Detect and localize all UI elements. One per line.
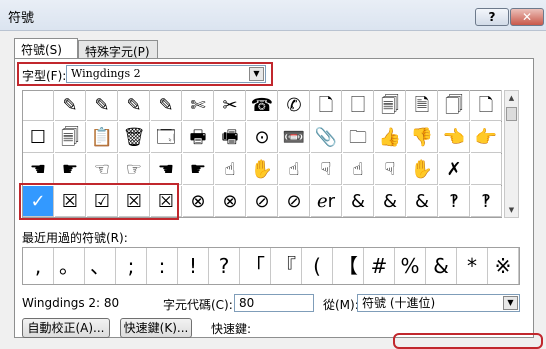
recent-symbol-cell[interactable]: 「 <box>240 248 271 284</box>
shortcut-label: 快速鍵: <box>211 322 252 336</box>
symbol-cell[interactable]: 🗍 <box>439 90 470 121</box>
symbol-cell[interactable]: 🗀 <box>343 122 374 153</box>
from-label: 從(M): <box>323 298 359 312</box>
symbol-cell[interactable]: 📼 <box>279 122 310 153</box>
symbol-cell[interactable]: 🗋 <box>471 90 502 121</box>
autocorrect-button[interactable]: 自動校正(A)... <box>22 318 110 338</box>
symbol-cell[interactable]: 🗐 <box>375 90 406 121</box>
symbol-cell[interactable]: ☛ <box>183 154 214 185</box>
symbol-code-name: Wingdings 2: 80 <box>22 296 120 310</box>
from-select-value: 符號 (十進位) <box>362 296 436 310</box>
symbol-cell[interactable]: ☚ <box>23 154 54 185</box>
symbol-cell[interactable]: 📋 <box>87 122 118 153</box>
symbol-cell[interactable]: 🖷 <box>215 122 246 153</box>
symbol-cell[interactable]: 👎 <box>407 122 438 153</box>
recent-symbol-cell[interactable]: 『 <box>271 248 302 284</box>
symbol-cell[interactable]: 🗋 <box>311 90 342 121</box>
char-code-input[interactable]: 80 <box>234 294 314 312</box>
symbol-cell[interactable]: ✎ <box>55 90 86 121</box>
symbol-cell[interactable]: ✎ <box>151 90 182 121</box>
symbol-cell[interactable]: ‽ <box>471 186 502 217</box>
symbol-cell[interactable]: ☜ <box>87 154 118 185</box>
scroll-up-icon[interactable]: ▲ <box>505 91 518 105</box>
symbol-cell[interactable]: ‽ <box>439 186 470 217</box>
recent-symbol-cell[interactable]: ? <box>209 248 240 284</box>
symbol-cell[interactable]: ☛ <box>55 154 86 185</box>
scroll-down-icon[interactable]: ▼ <box>505 203 518 217</box>
symbol-cell[interactable]: 🗔 <box>151 122 182 153</box>
recent-symbol-cell[interactable]: : <box>147 248 178 284</box>
symbol-cell[interactable]: ✎ <box>87 90 118 121</box>
symbol-grid-scrollbar[interactable]: ▲ ▼ <box>504 90 519 218</box>
recent-symbol-cell[interactable]: * <box>457 248 488 284</box>
symbol-cell[interactable]: ✋ <box>247 154 278 185</box>
annotation-box-bottom <box>393 333 543 349</box>
symbol-cell[interactable]: ☟ <box>311 154 342 185</box>
scroll-thumb[interactable] <box>506 107 517 121</box>
recent-symbol-cell[interactable]: ; <box>116 248 147 284</box>
recent-symbol-cell[interactable]: 、 <box>85 248 116 284</box>
close-button[interactable]: ✕ <box>510 8 544 26</box>
recent-symbol-cell[interactable]: ( <box>302 248 333 284</box>
symbol-cell[interactable]: ✗ <box>439 154 470 185</box>
symbol-cell[interactable]: ☝ <box>343 154 374 185</box>
symbol-cell[interactable]: ☝ <box>215 154 246 185</box>
symbol-cell[interactable]: ✂ <box>215 90 246 121</box>
symbol-cell[interactable]: ✆ <box>279 90 310 121</box>
symbol-cell[interactable]: ℯr <box>311 186 342 217</box>
symbol-cell[interactable]: 👉 <box>471 122 502 153</box>
window-title: 符號 <box>8 11 35 26</box>
recent-symbol-cell[interactable]: ! <box>178 248 209 284</box>
symbol-cell[interactable]: ☐ <box>23 122 54 153</box>
tab-special-characters[interactable]: 特殊字元(P) <box>78 40 158 59</box>
symbol-cell[interactable] <box>471 154 502 185</box>
symbol-cell[interactable]: ☚ <box>151 154 182 185</box>
symbol-cell[interactable]: ☎ <box>247 90 278 121</box>
symbol-cell[interactable]: 🗐 <box>55 122 86 153</box>
symbol-cell[interactable]: 🖶 <box>183 122 214 153</box>
symbol-cell[interactable]: 🗑 <box>119 122 150 153</box>
help-button[interactable]: ? <box>475 8 509 26</box>
symbol-cell[interactable]: ✄ <box>183 90 214 121</box>
recent-symbol-cell[interactable]: # <box>364 248 395 284</box>
symbol-cell[interactable]: 🗌 <box>343 90 374 121</box>
annotation-box-font <box>17 62 273 86</box>
chevron-down-icon[interactable]: ▼ <box>503 296 518 310</box>
symbol-cell[interactable]: 📎 <box>311 122 342 153</box>
symbol-cell[interactable]: ⊗ <box>183 186 214 217</box>
symbol-cell[interactable] <box>23 90 54 121</box>
title-bar: 符號 ? ✕ <box>0 0 546 31</box>
recent-symbol-cell[interactable]: , <box>23 248 54 284</box>
symbol-cell[interactable]: & <box>375 186 406 217</box>
recent-symbol-cell[interactable]: % <box>395 248 426 284</box>
symbol-cell[interactable]: 👈 <box>439 122 470 153</box>
annotation-box-checkboxes <box>19 183 179 220</box>
symbol-cell[interactable]: ⊘ <box>247 186 278 217</box>
symbol-cell[interactable]: ⊙ <box>247 122 278 153</box>
char-code-label: 字元代碼(C): <box>163 298 233 312</box>
symbol-cell[interactable]: ⊗ <box>215 186 246 217</box>
recent-symbols-label: 最近用過的符號(R): <box>22 231 128 245</box>
symbol-cell[interactable]: ☟ <box>375 154 406 185</box>
symbol-cell[interactable]: ✋ <box>407 154 438 185</box>
recent-symbol-cell[interactable]: 。 <box>54 248 85 284</box>
recent-symbol-cell[interactable]: & <box>426 248 457 284</box>
symbol-cell[interactable]: ☞ <box>119 154 150 185</box>
symbol-cell[interactable]: 🗎 <box>407 90 438 121</box>
recent-symbol-cell[interactable]: 【 <box>333 248 364 284</box>
recent-symbol-cell[interactable]: ※ <box>488 248 519 284</box>
from-select[interactable]: 符號 (十進位) ▼ <box>357 294 520 312</box>
shortcut-key-button[interactable]: 快速鍵(K)... <box>120 318 192 338</box>
symbol-cell[interactable]: ✎ <box>119 90 150 121</box>
symbol-cell[interactable]: 👍 <box>375 122 406 153</box>
symbol-cell[interactable]: ☝ <box>279 154 310 185</box>
symbol-cell[interactable]: ⊘ <box>279 186 310 217</box>
symbol-cell[interactable]: & <box>407 186 438 217</box>
recent-symbols-list[interactable]: ,。、;:!? 「『(【#% & * ※ <box>22 247 520 285</box>
symbol-cell[interactable]: & <box>343 186 374 217</box>
tab-symbols[interactable]: 符號(S) <box>14 38 78 60</box>
